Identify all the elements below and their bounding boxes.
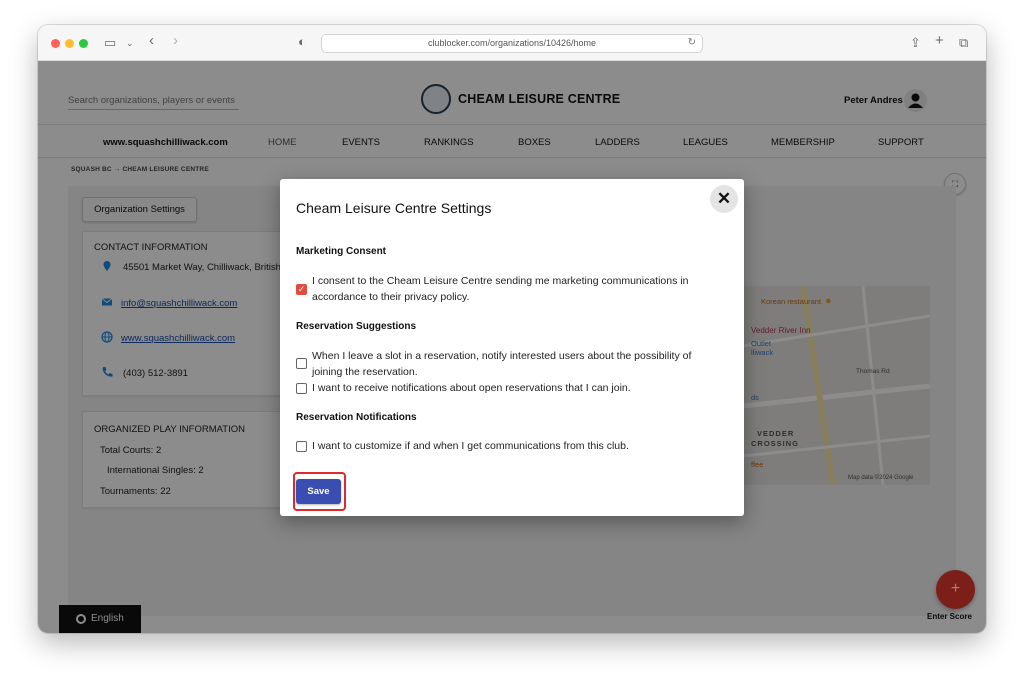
share-icon[interactable]: ⇪	[910, 36, 921, 50]
back-icon[interactable]: ‹	[149, 33, 154, 48]
chevron-down-icon[interactable]: ⌄	[126, 36, 134, 50]
minimize-window-button[interactable]	[65, 39, 74, 48]
section-marketing-consent: Marketing Consent	[296, 246, 387, 257]
marketing-consent-text-line1: I consent to the Cheam Leisure Centre se…	[312, 275, 689, 287]
marketing-consent-text-line2: accordance to their privacy policy.	[312, 291, 470, 303]
close-icon[interactable]: ✕	[710, 185, 738, 213]
page-content: Search organizations, players or events …	[38, 61, 986, 633]
notify-interested-users-text-line1: When I leave a slot in a reservation, no…	[312, 350, 692, 362]
customize-communications-label[interactable]: I want to customize if and when I get co…	[312, 438, 629, 454]
forward-icon[interactable]: ›	[173, 33, 178, 48]
new-tab-icon[interactable]: +	[935, 33, 944, 48]
open-reservations-checkbox[interactable]	[296, 383, 307, 394]
sidebar-toggle-icon[interactable]: ▭	[104, 36, 116, 50]
marketing-consent-checkbox[interactable]: ✓	[296, 284, 307, 295]
url-text: clublocker.com/organizations/10426/home	[427, 38, 597, 48]
close-window-button[interactable]	[51, 39, 60, 48]
address-bar[interactable]: clublocker.com/organizations/10426/home …	[321, 34, 703, 53]
notify-interested-users-checkbox[interactable]	[296, 358, 307, 369]
marketing-consent-label[interactable]: I consent to the Cheam Leisure Centre se…	[312, 273, 688, 305]
tab-overview-icon[interactable]: ⧉	[959, 36, 968, 50]
reload-icon[interactable]: ↻	[688, 37, 696, 48]
browser-window: ▭ ⌄ ‹ › ◐ clublocker.com/organizations/1…	[38, 25, 986, 633]
open-reservations-label[interactable]: I want to receive notifications about op…	[312, 380, 631, 396]
save-button[interactable]: Save	[296, 479, 341, 504]
customize-communications-checkbox[interactable]	[296, 441, 307, 452]
section-reservation-suggestions: Reservation Suggestions	[296, 321, 417, 332]
settings-modal: Cheam Leisure Centre Settings ✕ Marketin…	[280, 179, 744, 516]
zoom-window-button[interactable]	[79, 39, 88, 48]
modal-title: Cheam Leisure Centre Settings	[296, 200, 492, 216]
privacy-report-icon[interactable]: ◐	[298, 35, 306, 49]
browser-titlebar: ▭ ⌄ ‹ › ◐ clublocker.com/organizations/1…	[38, 25, 986, 61]
section-reservation-notifications: Reservation Notifications	[296, 412, 417, 423]
notify-interested-users-label[interactable]: When I leave a slot in a reservation, no…	[312, 348, 691, 380]
notify-interested-users-text-line2: joining the reservation.	[312, 366, 418, 378]
